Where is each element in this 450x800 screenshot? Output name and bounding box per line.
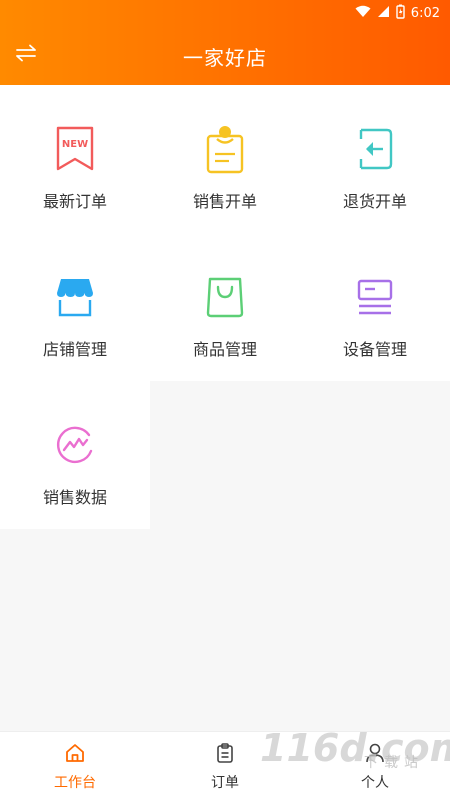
- grid-item-store-management[interactable]: 店铺管理: [0, 233, 150, 381]
- app-header: 一家好店: [0, 25, 450, 85]
- wifi-icon: [355, 5, 371, 22]
- status-icons: 6:02: [355, 4, 440, 23]
- grid-item-label: 最新订单: [42, 192, 107, 211]
- grid-item-label: 销售开单: [192, 192, 257, 211]
- tab-label: 工作台: [54, 775, 96, 791]
- grid-item-label: 设备管理: [342, 340, 407, 359]
- grid-item-return-order[interactable]: 退货开单: [300, 85, 450, 233]
- grid-item-device-management[interactable]: 设备管理: [300, 233, 450, 381]
- grid-item-product-management[interactable]: 商品管理: [150, 233, 300, 381]
- grid-item-sales-order[interactable]: 销售开单: [150, 85, 300, 233]
- tab-orders[interactable]: 订单: [150, 732, 300, 800]
- bottom-tab-bar: 工作台 订单 个人: [0, 731, 450, 800]
- grid-item-label: 店铺管理: [42, 340, 107, 359]
- sales-order-icon: [201, 123, 249, 175]
- grid-item-label: 商品管理: [192, 340, 257, 359]
- battery-icon: [396, 4, 405, 23]
- person-icon: [364, 742, 386, 768]
- tab-workbench[interactable]: 工作台: [0, 732, 150, 800]
- grid-item-label: 销售数据: [42, 488, 107, 507]
- grid-item-latest-orders[interactable]: NEW 最新订单: [0, 85, 150, 233]
- status-time: 6:02: [410, 6, 440, 21]
- grid-empty-cell: [150, 381, 300, 529]
- signal-icon: [377, 5, 390, 22]
- grid-item-sales-data[interactable]: 销售数据: [0, 381, 150, 529]
- return-order-icon: [351, 123, 399, 175]
- new-order-icon: NEW: [51, 123, 99, 175]
- function-grid: NEW 最新订单 销售开单 退货开单 店铺管理 商品管理 设备管理 销售数据: [0, 85, 450, 529]
- tab-label: 个人: [361, 775, 389, 791]
- device-card-icon: [351, 271, 399, 323]
- clipboard-icon: [214, 742, 236, 768]
- grid-item-label: 退货开单: [342, 192, 407, 211]
- home-icon: [64, 742, 86, 768]
- shopping-bag-icon: [201, 271, 249, 323]
- grid-empty-cell: [300, 381, 450, 529]
- sales-chart-icon: [51, 419, 99, 471]
- tab-label: 订单: [211, 775, 239, 791]
- page-title: 一家好店: [183, 46, 267, 70]
- new-badge-text: NEW: [62, 139, 88, 150]
- tab-profile[interactable]: 个人: [300, 732, 450, 800]
- store-icon: [51, 271, 99, 323]
- status-bar: 6:02: [0, 0, 450, 25]
